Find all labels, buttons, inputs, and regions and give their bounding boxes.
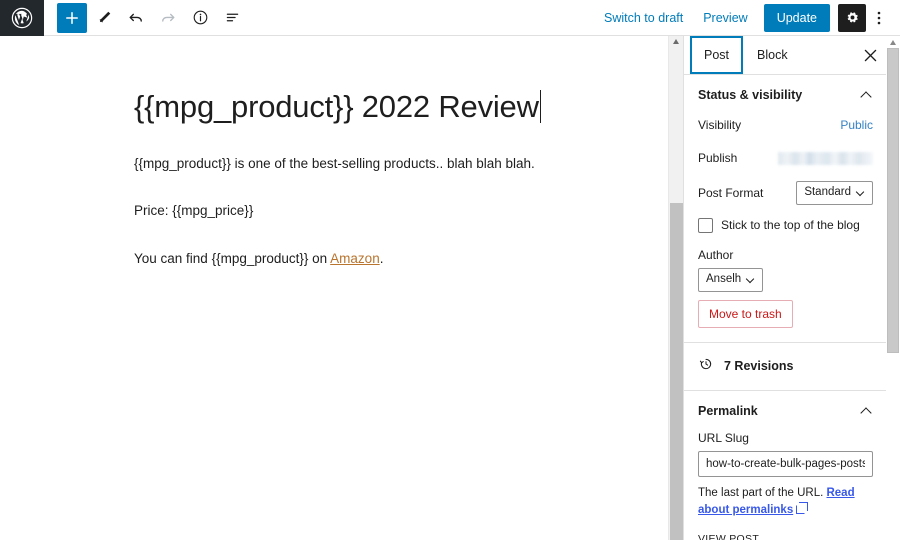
update-button[interactable]: Update [763, 3, 830, 32]
chevron-down-icon [857, 189, 865, 197]
add-block-button[interactable] [57, 2, 87, 33]
gear-icon[interactable] [838, 3, 866, 32]
paragraph-text-after-link: . [379, 250, 384, 266]
sidebar-tabs: Post Block [684, 36, 887, 75]
status-visibility-header[interactable]: Status & visibility [698, 88, 873, 102]
sidebar-scrollbar-thumb[interactable] [887, 48, 899, 353]
sticky-post-row: Stick to the top of the blog [698, 217, 873, 233]
amazon-link[interactable]: Amazon [330, 251, 380, 266]
permalink-help-prefix: The last part of the URL. [698, 486, 827, 499]
view-post-label: VIEW POST [698, 533, 760, 540]
chevron-up-icon[interactable] [861, 405, 873, 417]
post-format-label: Post Format [698, 185, 764, 200]
author-label: Author [698, 247, 734, 262]
tab-block[interactable]: Block [743, 36, 802, 74]
wordpress-logo-icon[interactable] [0, 0, 44, 36]
switch-to-draft-button[interactable]: Switch to draft [594, 5, 693, 31]
paragraph-text-before-link: You can find {{mpg_product}} on [134, 250, 331, 266]
permalink-help-text: The last part of the URL. Read about per… [698, 485, 873, 520]
edit-tools-button[interactable] [89, 3, 119, 33]
details-info-button[interactable] [185, 3, 215, 33]
chevron-down-icon [747, 276, 755, 284]
text-cursor [539, 90, 541, 123]
post-title-field[interactable]: {{mpg_product}} 2022 Review [134, 88, 541, 127]
permalink-panel: Permalink URL Slug The last part of the … [684, 391, 887, 540]
permalink-title: Permalink [698, 403, 758, 418]
redo-button[interactable] [153, 3, 183, 33]
author-select[interactable]: Anselh [698, 267, 764, 292]
top-toolbar: Switch to draft Preview Update [0, 0, 900, 36]
post-content-body: {{mpg_product}} is one of the best-selli… [134, 153, 668, 270]
status-visibility-panel: Status & visibility Visibility Public Pu… [684, 75, 887, 343]
post-format-value: Standard [804, 186, 851, 198]
status-visibility-title: Status & visibility [698, 88, 803, 102]
chevron-up-icon[interactable] [861, 89, 873, 101]
editor-scrollbar[interactable] [668, 36, 683, 540]
url-slug-label: URL Slug [698, 430, 749, 445]
author-field-group: Author Anselh [698, 248, 873, 292]
preview-button[interactable]: Preview [693, 5, 757, 31]
post-format-select[interactable]: Standard [796, 181, 873, 205]
external-link-icon [796, 501, 809, 514]
paragraph-block[interactable]: {{mpg_product}} is one of the best-selli… [134, 153, 668, 175]
visibility-label: Visibility [698, 118, 742, 132]
scroll-up-arrow-icon[interactable] [890, 40, 896, 45]
post-settings-sidebar: Post Block Status & visibility Visibilit… [683, 36, 900, 540]
publish-row: Publish [698, 148, 873, 168]
post-format-row: Post Format Standard [698, 181, 873, 205]
scroll-up-arrow-icon[interactable] [673, 39, 679, 44]
revisions-row[interactable]: 7 Revisions [684, 343, 887, 391]
three-dots-vertical-icon[interactable] [868, 4, 890, 32]
post-title-text: {{mpg_product}} 2022 Review [134, 89, 539, 124]
editor-canvas: {{mpg_product}} 2022 Review {{mpg_produc… [0, 36, 668, 540]
sticky-post-label: Stick to the top of the blog [721, 218, 860, 233]
publish-actions-group: Switch to draft Preview Update [594, 3, 900, 32]
author-value: Anselh [706, 272, 742, 285]
tab-post[interactable]: Post [690, 36, 744, 74]
sidebar-scrollbar[interactable] [886, 36, 900, 540]
undo-button[interactable] [121, 3, 151, 33]
revision-history-clock-icon [698, 356, 714, 377]
close-icon[interactable] [853, 36, 887, 74]
publish-label: Publish [698, 151, 738, 165]
revisions-label: 7 Revisions [724, 359, 794, 374]
visibility-value-button[interactable]: Public [840, 118, 873, 132]
permalink-header[interactable]: Permalink [698, 404, 873, 418]
url-slug-input[interactable] [698, 450, 873, 477]
sticky-post-checkbox[interactable] [698, 217, 713, 233]
publish-date-redacted[interactable] [778, 151, 873, 165]
visibility-row: Visibility Public [698, 115, 873, 135]
editor-scrollbar-thumb[interactable] [670, 203, 683, 540]
paragraph-block[interactable]: You can find {{mpg_product}} on Amazon. [134, 248, 668, 270]
list-view-button[interactable] [217, 3, 247, 33]
editor-tools-group [44, 2, 247, 33]
paragraph-block[interactable]: Price: {{mpg_price}} [134, 200, 668, 222]
move-to-trash-button[interactable]: Move to trash [698, 299, 793, 328]
